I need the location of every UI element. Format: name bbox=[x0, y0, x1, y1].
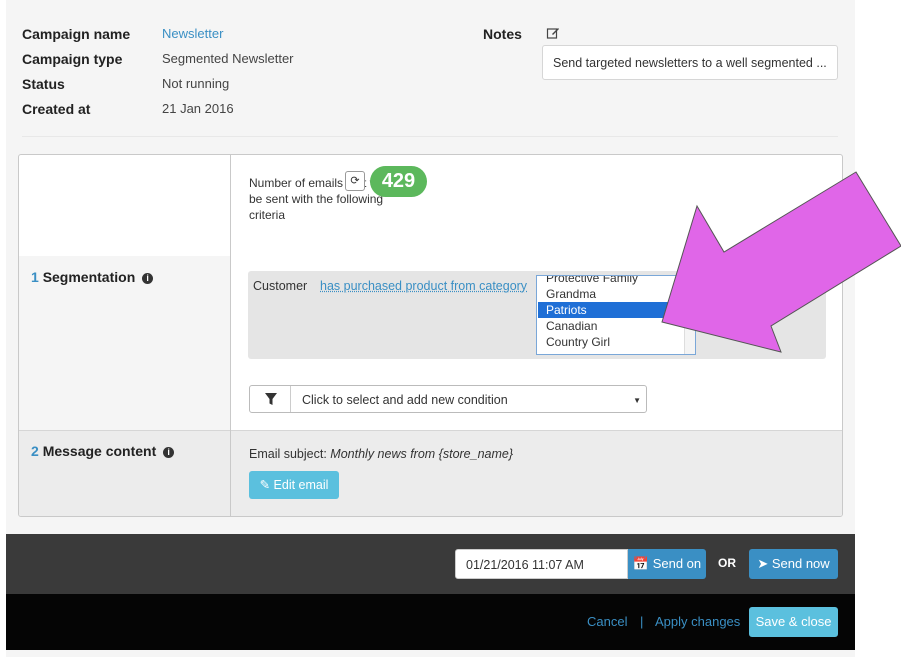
filter-icon bbox=[250, 386, 291, 412]
info-icon[interactable]: i bbox=[142, 273, 154, 284]
edit-icon: ✎ bbox=[259, 478, 271, 492]
email-subject-label: Email subject: bbox=[249, 447, 327, 461]
edit-icon[interactable] bbox=[546, 26, 560, 40]
paper-plane-icon: ➤ bbox=[757, 556, 769, 571]
refresh-icon: ⟳ bbox=[350, 175, 360, 187]
edit-email-button[interactable]: ✎ Edit email bbox=[249, 471, 339, 499]
email-subject-value: Monthly news from {store_name} bbox=[330, 447, 514, 461]
send-now-button[interactable]: ➤ Send now bbox=[749, 549, 838, 579]
footer-separator: | bbox=[640, 614, 644, 629]
notes-label: Notes bbox=[483, 26, 522, 42]
segmentation-title-text: Segmentation bbox=[42, 269, 136, 285]
remove-condition-button[interactable] bbox=[810, 279, 822, 293]
send-on-button[interactable]: 📅 Send on bbox=[628, 549, 706, 579]
save-close-button[interactable]: Save & close bbox=[749, 607, 838, 637]
chevron-down-icon: ▼ bbox=[633, 396, 641, 405]
refresh-count-button[interactable]: ⟳ bbox=[345, 171, 365, 191]
category-option[interactable]: Protective Family bbox=[546, 276, 638, 286]
segmentation-number: 1 bbox=[31, 269, 39, 285]
status-value: Not running bbox=[162, 76, 230, 91]
recipient-count-badge: 429 bbox=[370, 166, 427, 197]
cancel-link[interactable]: Cancel bbox=[587, 614, 627, 629]
campaign-name-label: Campaign name bbox=[22, 26, 131, 42]
campaign-page: Campaign name Newsletter Campaign type S… bbox=[6, 0, 855, 657]
edit-email-label: Edit email bbox=[273, 478, 329, 492]
send-datetime-input[interactable]: 01/21/2016 11:07 AM bbox=[455, 549, 628, 579]
category-listbox[interactable]: Protective Family Grandma Patriots Canad… bbox=[536, 275, 696, 355]
category-option-selected[interactable]: Patriots bbox=[538, 302, 684, 318]
email-subject: Email subject: Monthly news from {store_… bbox=[249, 447, 513, 461]
or-label: OR bbox=[718, 556, 736, 570]
send-on-label: Send on bbox=[652, 556, 702, 571]
add-condition-select[interactable]: Click to select and add new condition ▼ bbox=[249, 385, 647, 413]
send-bar: 01/21/2016 11:07 AM 📅 Send on OR ➤ Send … bbox=[6, 534, 855, 594]
column-divider bbox=[230, 155, 231, 516]
condition-subject: Customer bbox=[253, 279, 308, 293]
segmentation-title: 1 Segmentation i bbox=[31, 269, 154, 285]
campaign-name-value[interactable]: Newsletter bbox=[162, 26, 223, 41]
message-content-title: 2 Message content i bbox=[31, 443, 175, 459]
footer-bar: Cancel | Apply changes Save & close bbox=[6, 594, 855, 650]
apply-changes-link[interactable]: Apply changes bbox=[655, 614, 740, 629]
campaign-type-label: Campaign type bbox=[22, 51, 123, 67]
info-icon[interactable]: i bbox=[163, 447, 175, 458]
status-label: Status bbox=[22, 76, 65, 92]
criteria-panel: Number of emails that will be sent with … bbox=[18, 154, 843, 517]
message-content-title-text: Message content bbox=[42, 443, 157, 459]
add-condition-placeholder: Click to select and add new condition bbox=[302, 393, 508, 407]
category-option[interactable]: Country Girl bbox=[546, 334, 610, 350]
notes-field[interactable]: Send targeted newsletters to a well segm… bbox=[542, 45, 838, 80]
created-at-label: Created at bbox=[22, 101, 91, 117]
send-now-label: Send now bbox=[771, 556, 830, 571]
category-option[interactable]: Grandma bbox=[546, 286, 596, 302]
campaign-type-value: Segmented Newsletter bbox=[162, 51, 294, 66]
condition-operator-link[interactable]: has purchased product from category bbox=[320, 279, 527, 293]
listbox-scrollbar[interactable] bbox=[684, 276, 695, 354]
message-content-number: 2 bbox=[31, 443, 39, 459]
calendar-icon: 📅 bbox=[632, 556, 650, 571]
created-at-value: 21 Jan 2016 bbox=[162, 101, 234, 116]
category-option[interactable]: Canadian bbox=[546, 318, 597, 334]
section-divider bbox=[22, 136, 838, 137]
